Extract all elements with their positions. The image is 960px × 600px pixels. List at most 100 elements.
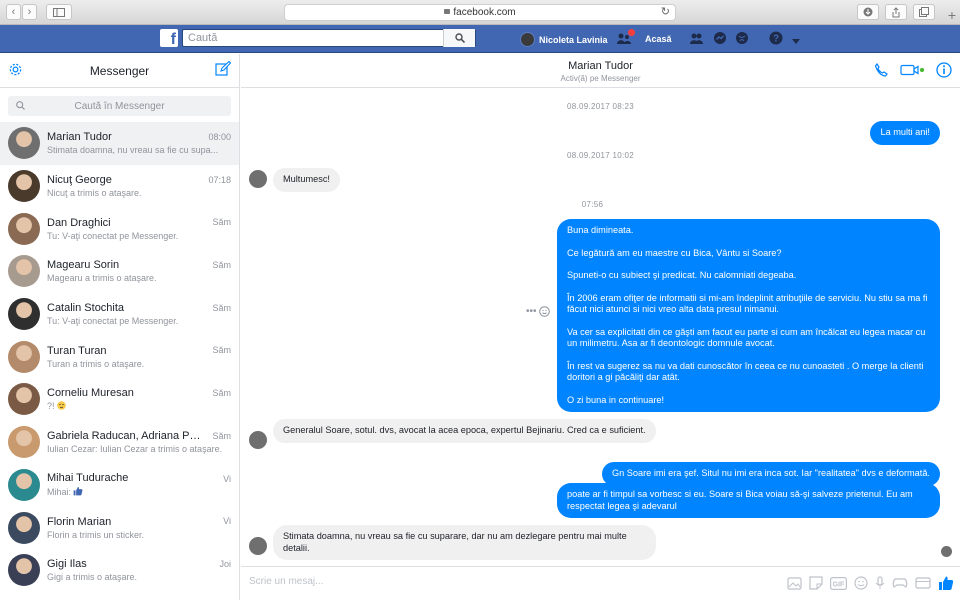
contact-avatar[interactable] <box>249 431 267 449</box>
downloads-button[interactable] <box>857 4 879 20</box>
timestamp: 07:56 <box>581 200 604 209</box>
sticker-icon[interactable] <box>809 576 823 593</box>
avatar <box>8 340 40 373</box>
url-text: facebook.com <box>453 7 516 18</box>
sidebar-toggle-button[interactable] <box>46 4 72 20</box>
back-button[interactable]: ‹ <box>6 4 21 20</box>
conversation-meta: Mihai Tudurache Mihai: <box>47 472 231 498</box>
messenger-search-input[interactable] <box>8 96 231 116</box>
conversation-meta: Corneliu Muresan?! <box>47 387 231 412</box>
conversation-name: Corneliu Muresan <box>47 386 134 399</box>
microphone-icon[interactable] <box>875 576 885 593</box>
address-bar[interactable]: facebook.com ↻ <box>284 4 676 21</box>
conversation-item[interactable]: Dan Draghici Tu: V-aţi conectat pe Messen… <box>0 207 239 250</box>
conversation-item[interactable]: Catalin Stochita Tu: V-aţi conectat pe Me… <box>0 293 239 336</box>
tabs-button[interactable] <box>913 4 935 20</box>
snippet-text: Gigi a trimis o ataşare. <box>47 572 138 583</box>
contact-avatar[interactable] <box>249 537 267 555</box>
payment-icon[interactable] <box>915 577 931 592</box>
conversation-item[interactable]: Mihai Tudurache Mihai: Vi <box>0 464 239 507</box>
conversation-meta: Magearu Sorin Magearu a trimis o ataşare. <box>47 259 231 283</box>
message-paragraph: Va cer sa explicitati din ce găşti am fa… <box>567 326 926 349</box>
reload-icon[interactable]: ↻ <box>661 5 670 20</box>
conversation-item[interactable]: Magearu Sorin Magearu a trimis o ataşare.… <box>0 250 239 293</box>
conversation-info-icon[interactable] <box>936 62 952 81</box>
emoji-icon[interactable] <box>854 576 868 593</box>
incoming-message[interactable]: Generalul Soare, sotul. dvs, avocat la a… <box>273 419 656 443</box>
chat-contact-name[interactable]: Marian Tudor <box>241 54 960 72</box>
snippet-text: Tu: V-aţi conectat pe Messenger. <box>47 316 179 327</box>
conversation-snippet: Mihai: <box>47 486 231 498</box>
conversation-item[interactable]: Gigi Ilas Gigi a trimis o ataşare. Joi <box>0 549 239 592</box>
conversation-name: Nicuţ George <box>47 174 112 187</box>
conversation-time: Vi <box>223 516 231 527</box>
conversation-sidebar: Messenger Marian TudorStimata doamna, nu… <box>0 54 240 600</box>
conversation-item[interactable]: Corneliu Muresan?! Săm <box>0 378 239 421</box>
share-button[interactable] <box>885 4 907 20</box>
chat-panel: Marian Tudor Activ(ă) pe Messenger 08.09… <box>241 54 960 600</box>
home-link[interactable]: Acasă <box>645 34 672 44</box>
message-thread: 08.09.2017 08:23 La multi ani! 08.09.201… <box>241 88 960 566</box>
conversation-snippet: Gigi a trimis o ataşare. <box>47 572 231 582</box>
react-emoji-icon[interactable] <box>539 306 550 320</box>
avatar <box>8 212 40 245</box>
contact-avatar[interactable] <box>249 170 267 188</box>
composer-actions: GIF <box>787 575 954 594</box>
conversation-item[interactable]: Florin Marian Florin a trimis un sticker.… <box>0 506 239 549</box>
sidebar-title: Messenger <box>89 64 150 78</box>
thinking-emoji-icon <box>56 401 66 412</box>
conversation-item[interactable]: Turan Turan Turan a trimis o ataşare. Săm <box>0 335 239 378</box>
snippet-text: Mihai: <box>47 486 72 497</box>
outgoing-message[interactable]: poate ar fi timpul sa vorbesc si eu. Soa… <box>557 483 940 518</box>
conversation-name: Gigi Ilas <box>47 558 87 571</box>
messenger-icon[interactable] <box>714 32 726 47</box>
conversation-time: Săm <box>212 302 231 313</box>
avatar <box>8 255 40 288</box>
account-menu-caret-icon[interactable] <box>792 35 800 47</box>
snippet-text: Nicuţ a trimis o ataşare. <box>47 188 142 199</box>
incoming-message[interactable]: Stimata doamna, nu vreau sa fie cu supar… <box>273 525 656 560</box>
conversation-name: Florin Marian <box>47 515 112 528</box>
conversation-time: Săm <box>212 345 231 356</box>
avatar <box>520 32 535 47</box>
conversation-item[interactable]: Nicuţ George Nicuţ a trimis o ataşare. 07:… <box>0 165 239 208</box>
facebook-search-button[interactable] <box>443 29 475 47</box>
gif-icon[interactable]: GIF <box>830 576 848 593</box>
compose-icon[interactable] <box>215 60 232 80</box>
incoming-message[interactable]: Multumesc! <box>273 168 340 192</box>
facebook-search-input[interactable] <box>183 30 443 46</box>
chat-status: Activ(ă) pe Messenger <box>560 74 641 83</box>
conversation-item[interactable]: Gabriela Raducan, Adriana Petrescu Iulian… <box>0 421 239 464</box>
conversation-meta: Gigi Ilas Gigi a trimis o ataşare. <box>47 558 231 582</box>
conversation-meta: Catalin Stochita Tu: V-aţi conectat pe Me… <box>47 302 231 326</box>
game-controller-icon[interactable] <box>892 577 908 592</box>
conversation-snippet: Iulian Cezar: Iulian Cezar a trimis o at… <box>47 444 231 454</box>
message-paragraph: O zi buna in continuare! <box>567 394 665 405</box>
new-tab-button[interactable]: + <box>944 8 960 24</box>
conversation-item[interactable]: Marian Tudor Stimata doamna, nu vreau sa … <box>0 122 239 165</box>
like-thumb-icon[interactable] <box>938 575 954 594</box>
video-camera-icon[interactable] <box>900 64 924 79</box>
phone-icon[interactable] <box>874 62 888 80</box>
forward-button[interactable]: › <box>22 4 37 20</box>
message-input[interactable] <box>249 576 649 587</box>
notifications-globe-icon[interactable] <box>736 32 748 47</box>
friend-requests-icon[interactable] <box>690 33 703 47</box>
outgoing-message[interactable]: Buna dimineata. Ce legătură am eu maestre… <box>557 219 940 412</box>
timestamp: 08.09.2017 08:23 <box>566 102 635 111</box>
outgoing-message[interactable]: La multi ani! <box>870 121 940 145</box>
photo-icon[interactable] <box>787 576 802 593</box>
chat-header: Marian Tudor Activ(ă) pe Messenger <box>241 54 960 88</box>
profile-link[interactable]: Nicoleta Lavinia <box>520 32 608 47</box>
help-icon[interactable]: ? <box>769 31 783 48</box>
seen-receipt-avatar <box>941 546 952 557</box>
outgoing-message[interactable]: Gn Soare imi era şef. Situl nu imi era i… <box>601 462 940 486</box>
avatar <box>8 426 40 459</box>
conversation-name: Turan Turan <box>47 344 107 357</box>
more-options-icon[interactable]: ••• <box>526 306 537 317</box>
conversation-name: Mihai Tudurache <box>47 471 129 484</box>
facebook-logo-icon[interactable]: f <box>160 29 178 47</box>
conversation-time: Săm <box>212 388 231 399</box>
sidebar-header: Messenger <box>0 54 239 88</box>
notification-badge <box>628 29 635 36</box>
